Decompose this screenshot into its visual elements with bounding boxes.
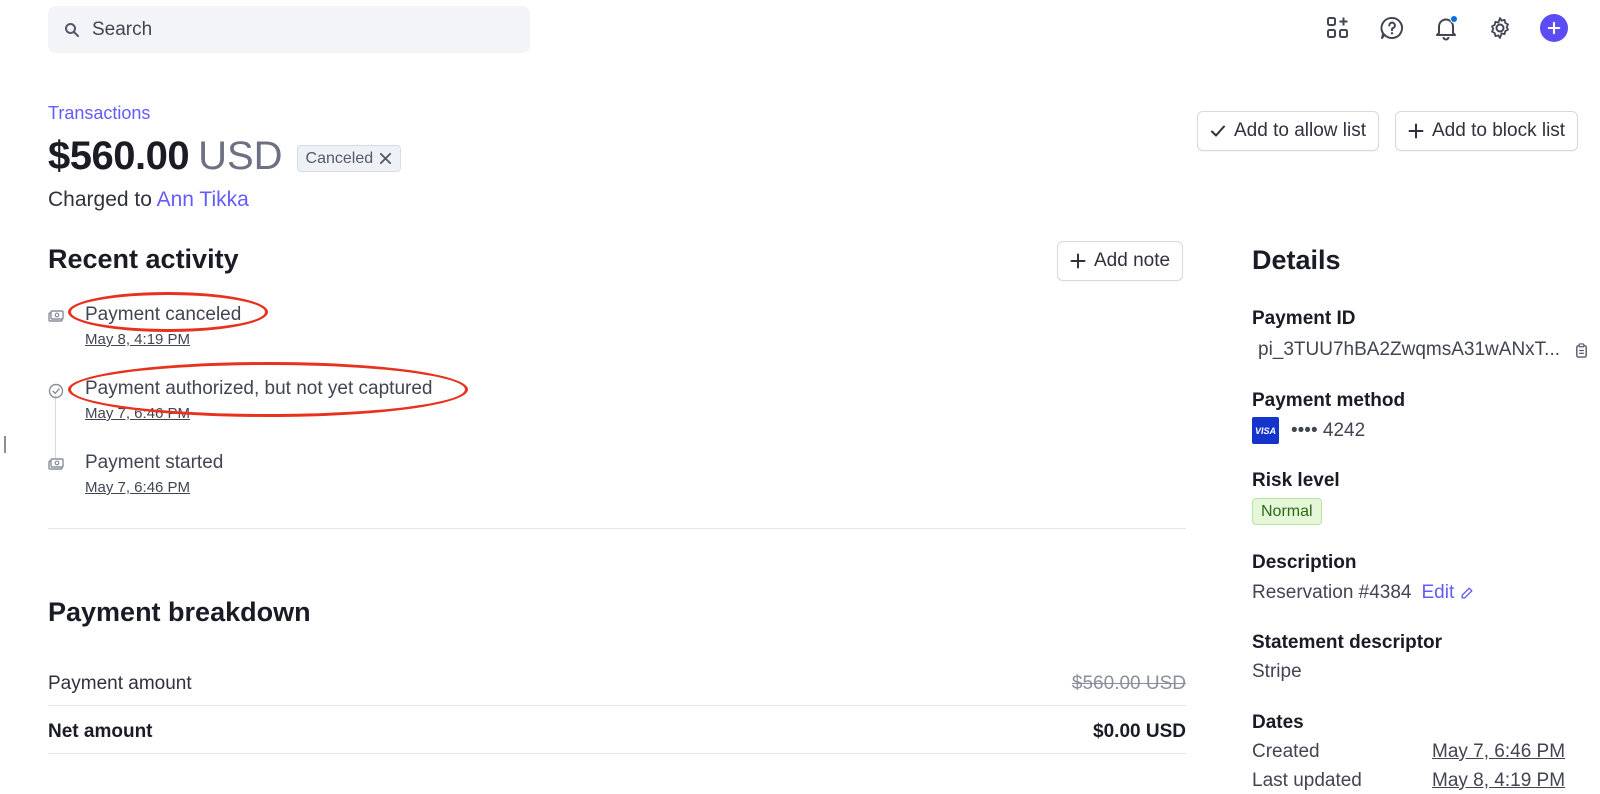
created-date-link[interactable]: May 7, 6:46 PM <box>1432 741 1565 763</box>
payment-amount-label: Payment amount <box>48 673 192 694</box>
net-amount-value: $0.00 USD <box>1093 721 1186 742</box>
customer-link[interactable]: Ann Tikka <box>157 188 249 211</box>
section-divider <box>48 528 1186 529</box>
description-label: Description <box>1252 552 1357 573</box>
add-to-allow-list-button[interactable]: Add to allow list <box>1197 111 1380 151</box>
dates-label: Dates <box>1252 712 1304 733</box>
window-edge-marker <box>4 436 6 453</box>
notifications-icon[interactable] <box>1432 14 1460 42</box>
risk-level-label: Risk level <box>1252 470 1340 491</box>
payment-id-value: pi_3TUU7hBA2ZwqmsA31wANxT... <box>1258 339 1560 360</box>
edit-label: Edit <box>1421 582 1455 603</box>
create-plus-icon[interactable] <box>1540 14 1568 42</box>
last-updated-date-link[interactable]: May 8, 4:19 PM <box>1432 770 1565 792</box>
apps-icon[interactable] <box>1324 14 1352 42</box>
activity-date-link[interactable]: May 8, 4:19 PM <box>85 331 190 348</box>
charged-prefix: Charged to <box>48 188 152 211</box>
row-divider <box>48 705 1186 706</box>
search-placeholder: Search <box>92 18 153 40</box>
activity-title: Payment authorized, but not yet captured <box>85 378 433 399</box>
activity-title: Payment canceled <box>85 304 242 325</box>
timeline-connector <box>55 396 56 458</box>
allow-list-label: Add to allow list <box>1234 120 1367 141</box>
row-divider <box>48 753 1186 754</box>
notification-dot <box>1450 15 1458 23</box>
pencil-icon <box>1460 586 1474 600</box>
created-label: Created <box>1252 741 1320 762</box>
status-label: Canceled <box>305 149 374 167</box>
settings-gear-icon[interactable] <box>1486 14 1514 42</box>
card-last4: •••• 4242 <box>1291 419 1366 441</box>
copy-clipboard-icon[interactable] <box>1574 342 1589 358</box>
money-icon <box>48 457 64 473</box>
amount-row: $560.00 USD Canceled <box>48 134 402 179</box>
plus-icon <box>1408 123 1424 139</box>
statement-descriptor-value: Stripe <box>1252 661 1302 682</box>
help-icon[interactable] <box>1378 14 1406 42</box>
block-list-label: Add to block list <box>1432 120 1566 141</box>
payment-amount: $560.00 <box>48 134 190 178</box>
plus-icon <box>1070 253 1086 269</box>
visa-card-icon: VISA <box>1252 417 1279 444</box>
description-row: Reservation #4384 Edit <box>1252 582 1474 604</box>
last-updated-label: Last updated <box>1252 770 1362 791</box>
payment-amount-value: $560.00 USD <box>1071 673 1186 694</box>
top-bar: Search <box>0 0 1600 60</box>
search-input[interactable]: Search <box>48 6 530 53</box>
top-icons <box>1324 14 1568 42</box>
payment-method-label: Payment method <box>1252 390 1406 411</box>
money-icon <box>48 309 64 325</box>
description-value: Reservation #4384 <box>1252 582 1412 603</box>
net-amount-label: Net amount <box>48 721 153 742</box>
charged-to: Charged to Ann Tikka <box>48 188 249 212</box>
activity-date-link[interactable]: May 7, 6:46 PM <box>85 405 190 422</box>
check-icon <box>1210 123 1226 139</box>
risk-level-badge: Normal <box>1252 498 1322 525</box>
details-heading: Details <box>1252 245 1341 275</box>
check-circle-icon <box>48 383 64 399</box>
payment-breakdown-heading: Payment breakdown <box>48 597 311 627</box>
recent-activity-heading: Recent activity <box>48 244 239 274</box>
payment-method-row: VISA •••• 4242 <box>1252 417 1365 444</box>
payment-currency: USD <box>198 134 283 178</box>
add-to-block-list-button[interactable]: Add to block list <box>1395 111 1579 151</box>
statement-descriptor-label: Statement descriptor <box>1252 632 1443 653</box>
add-note-button[interactable]: Add note <box>1057 241 1184 281</box>
payment-id-label: Payment ID <box>1252 308 1356 329</box>
edit-description-link[interactable]: Edit <box>1422 582 1475 604</box>
close-icon <box>379 152 392 165</box>
activity-title: Payment started <box>85 452 224 473</box>
payment-id-row: pi_3TUU7hBA2ZwqmsA31wANxT... <box>1258 339 1589 361</box>
search-icon <box>64 22 80 38</box>
add-note-label: Add note <box>1094 250 1171 271</box>
activity-date-link[interactable]: May 7, 6:46 PM <box>85 479 190 496</box>
breadcrumb-transactions[interactable]: Transactions <box>48 103 150 124</box>
status-badge: Canceled <box>296 145 402 172</box>
